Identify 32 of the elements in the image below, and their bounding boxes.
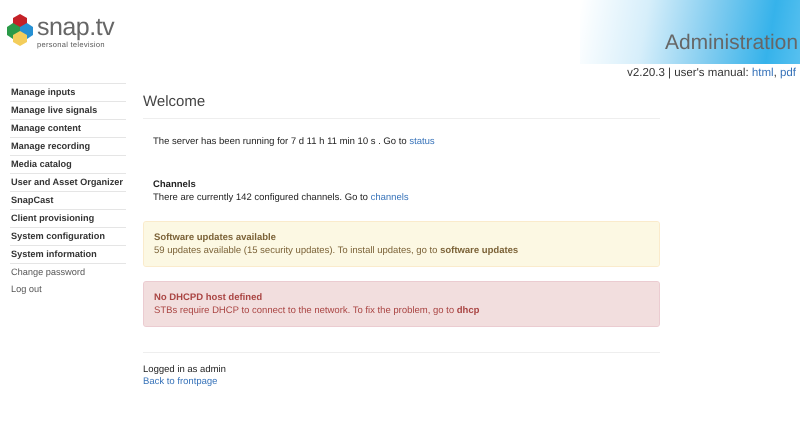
sidebar-item[interactable]: SnapCast [10, 192, 126, 210]
status-link[interactable]: status [409, 136, 435, 147]
sidebar-item[interactable]: System information [10, 246, 126, 264]
page-heading: Welcome [143, 93, 660, 119]
manual-link[interactable]: html [752, 67, 774, 79]
manual-link[interactable]: pdf [780, 67, 796, 79]
sidebar-item[interactable]: Manage live signals [10, 102, 126, 120]
sidebar-item[interactable]: Manage recording [10, 138, 126, 156]
logo-icon [7, 14, 33, 46]
login-status: Logged in as admin [143, 364, 227, 376]
sidebar-item[interactable]: Change password [10, 264, 126, 281]
alert-text: STBs require DHCP to connect to the network. To fix the problem, go to [154, 305, 454, 316]
frontpage-link[interactable]: Back to frontpage [143, 376, 218, 388]
sidebar-item[interactable]: User and Asset Organizer [10, 174, 126, 192]
sidebar-item[interactable]: Manage content [10, 120, 126, 138]
uptime-text: The server has been running for 7 d 11 h 11 min 10 s . Go to [153, 136, 407, 147]
channels-text: There are currently 142 configured channels. Go to [153, 192, 368, 203]
alert-text: 59 updates available (15 security updates). To install updates, go to [154, 245, 438, 256]
alert-title: No DHCPD host defined [154, 291, 264, 304]
sidebar-item[interactable]: System configuration [10, 228, 126, 246]
channels-link[interactable]: channels [370, 192, 409, 203]
sidebar-item[interactable]: Manage inputs [10, 84, 126, 102]
alert-link[interactable]: dhcp [456, 305, 480, 316]
sidebar-item[interactable]: Media catalog [10, 156, 126, 174]
alert-link[interactable]: software updates [440, 245, 518, 256]
alert-title: Software updates available [154, 231, 277, 244]
section-title: Channels [153, 178, 197, 191]
version-text: v2.20.3 | user's manual: [627, 67, 749, 79]
sidebar-item[interactable]: Client provisioning [10, 210, 126, 228]
sidebar-item[interactable]: Log out [10, 281, 126, 298]
separator-text: , [774, 67, 777, 79]
logo-text: snap.tv [37, 14, 114, 40]
